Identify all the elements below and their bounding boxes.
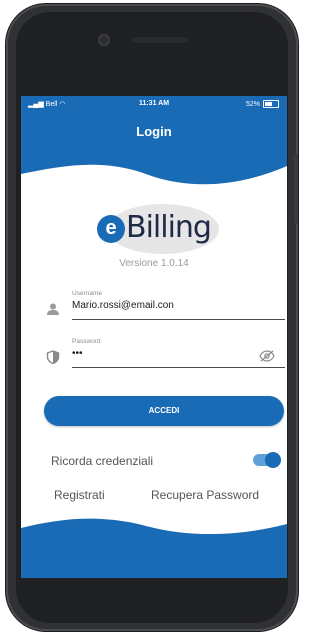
toggle-knob [265, 452, 281, 468]
remember-label: Ricorda credenziali [51, 454, 154, 468]
side-button [294, 154, 298, 224]
username-input[interactable]: Mario.rossi@email.con [72, 300, 174, 311]
password-field[interactable]: Password ••• [39, 338, 285, 372]
battery-percent: 52% [245, 100, 260, 108]
username-underline [72, 319, 285, 320]
status-bar: ▂▄▆ Bell ◠ 11:31 AM 52% [21, 100, 287, 114]
register-link[interactable]: Registrati [54, 488, 105, 502]
login-button[interactable]: ACCEDI [44, 396, 284, 426]
recover-password-link[interactable]: Recupera Password [151, 488, 259, 502]
earpiece-speaker [132, 37, 188, 43]
front-camera [98, 34, 110, 46]
eye-off-icon[interactable] [259, 350, 275, 362]
username-field[interactable]: Username Mario.rossi@email.con [39, 290, 285, 324]
remember-toggle[interactable] [253, 452, 281, 468]
app-logo: e Billing [97, 204, 225, 256]
password-label: Password [72, 338, 101, 345]
user-icon [47, 303, 59, 315]
status-battery: 52% [246, 100, 279, 108]
page-title: Login [136, 124, 172, 139]
logo-text: Billing [126, 210, 212, 245]
battery-icon [263, 100, 279, 108]
password-input[interactable]: ••• [72, 348, 83, 359]
logo-mark: e [97, 215, 125, 243]
app-version: Versione 1.0.14 [119, 258, 189, 269]
username-label: Username [72, 290, 102, 297]
password-underline [72, 367, 285, 368]
shield-icon [46, 350, 60, 364]
footer-wave [21, 518, 287, 578]
app-screen: ▂▄▆ Bell ◠ 11:31 AM 52% Login e Billing … [21, 96, 287, 578]
